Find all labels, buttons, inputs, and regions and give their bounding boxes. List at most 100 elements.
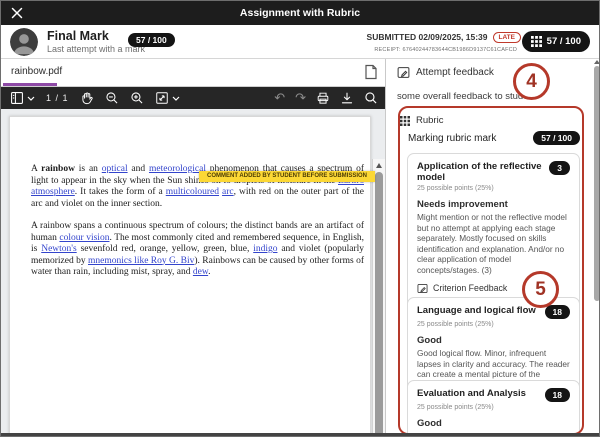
search-icon: [364, 91, 378, 105]
scroll-up-arrow[interactable]: [376, 163, 382, 168]
pdf-text: .: [208, 267, 210, 277]
grid-icon: [531, 36, 542, 47]
fit-page-icon: [155, 91, 169, 105]
pdf-link[interactable]: dew: [193, 267, 208, 277]
zoom-out-button[interactable]: [105, 91, 119, 105]
pdf-link[interactable]: mnemonics like Roy G. Biv: [88, 256, 194, 266]
criterion-points-pill: 18: [545, 305, 570, 319]
chevron-down-icon: [172, 96, 180, 101]
pdf-link[interactable]: Newton's: [41, 244, 77, 254]
page-indicator: 1 / 1: [46, 93, 69, 103]
callout-4-annotation: 4: [513, 63, 550, 100]
pdf-text: rainbow: [41, 164, 75, 174]
zoom-out-icon: [105, 91, 119, 105]
criterion-possible-points: 25 possible points (25%): [417, 185, 570, 192]
close-icon: [11, 7, 23, 19]
panel-scrollbar-thumb[interactable]: [594, 66, 600, 301]
rubric-total-pill: 57 / 100: [533, 131, 580, 145]
pdf-paragraph-2: A rainbow spans a continuous spectrum of…: [31, 221, 364, 279]
attempt-feedback-text: some overall feedback to student: [397, 91, 536, 102]
pdf-text: sevenfold red, orange, yellow, green, bl…: [77, 244, 254, 254]
criterion-header[interactable]: Evaluation and Analysis 18: [417, 388, 570, 402]
document-tab-bar: rainbow.pdf: [1, 59, 385, 87]
overall-grade-value: 57 / 100: [547, 36, 581, 47]
download-button[interactable]: [340, 91, 354, 105]
undo-icon[interactable]: ↶: [274, 92, 285, 105]
feedback-panel: Attempt feedback some overall feedback t…: [385, 59, 600, 437]
fit-page-button[interactable]: [155, 91, 180, 105]
pdf-link[interactable]: arc: [222, 187, 234, 197]
criterion-feedback-label: Criterion Feedback: [433, 283, 507, 293]
zoom-in-icon: [130, 91, 144, 105]
scroll-up-arrow[interactable]: [594, 60, 600, 64]
zoom-in-button[interactable]: [130, 91, 144, 105]
receipt-number: RECEIPT: 67640244783644CB1986D9137C61CAF…: [374, 47, 517, 53]
criterion-points-pill: 18: [545, 388, 570, 402]
pdf-toolbar: 1 / 1: [1, 87, 385, 109]
callout-5-annotation: 5: [522, 271, 559, 308]
pdf-link[interactable]: optical: [102, 164, 128, 174]
criterion-level: Good: [417, 418, 570, 429]
rubric-grid-icon: [400, 116, 410, 126]
pdf-scrollbar-thumb[interactable]: [375, 172, 383, 437]
criterion-level: Good: [417, 335, 570, 346]
pdf-link[interactable]: indigo: [253, 244, 277, 254]
criterion-level: Needs improvement: [417, 199, 570, 210]
document-tab[interactable]: rainbow.pdf: [11, 66, 62, 77]
pdf-text: and: [128, 164, 149, 174]
hand-icon: [80, 91, 94, 105]
student-comment-annotation[interactable]: COMMENT ADDED BY STUDENT BEFORE SUBMISSI…: [199, 171, 375, 182]
rubric-section-header: Rubric: [400, 115, 443, 126]
student-name: Final Mark: [47, 29, 109, 43]
rubric-label: Rubric: [416, 115, 443, 126]
rubric-criterion-card: Evaluation and Analysis 18 25 possible p…: [407, 380, 580, 437]
avatar: [10, 28, 38, 56]
feedback-icon: [397, 66, 410, 79]
criterion-title: Application of the reflective model: [417, 161, 545, 183]
attempt-header: Final Mark Last attempt with a mark 57 /…: [1, 25, 599, 59]
feedback-icon: [417, 283, 428, 294]
window-bottom-frame: [1, 433, 599, 436]
attempt-feedback-label: Attempt feedback: [416, 67, 494, 78]
late-badge: LATE: [493, 32, 522, 43]
pdf-scrollbar[interactable]: [372, 159, 385, 437]
rubric-total-row: Marking rubric mark 57 / 100: [408, 131, 580, 145]
criterion-header[interactable]: Application of the reflective model 3: [417, 161, 570, 183]
assignment-review-window: Assignment with Rubric Final Mark Last a…: [0, 0, 600, 437]
rubric-subtitle: Marking rubric mark: [408, 133, 496, 144]
pdf-link[interactable]: meteorological: [149, 164, 206, 174]
attempt-feedback-header: Attempt feedback: [397, 66, 494, 79]
document-panel: rainbow.pdf 1 / 1: [1, 59, 385, 437]
criterion-possible-points: 25 possible points (25%): [417, 404, 570, 411]
submitted-text: SUBMITTED 02/09/2025, 15:39: [367, 32, 488, 42]
active-tab-underline: [3, 83, 57, 86]
redo-icon[interactable]: ↷: [295, 92, 306, 105]
pdf-text: A: [31, 164, 41, 174]
print-icon: [316, 91, 330, 105]
attempt-grade-pill: 57 / 100: [128, 33, 175, 47]
pan-tool-button[interactable]: [80, 91, 94, 105]
search-button[interactable]: [364, 91, 378, 105]
criterion-description: Might mention or not the reflective mode…: [417, 212, 570, 276]
print-button[interactable]: [316, 91, 330, 105]
window-title: Assignment with Rubric: [1, 7, 599, 19]
pdf-link[interactable]: multicoloured: [166, 187, 219, 197]
chevron-down-icon: [27, 96, 35, 101]
pdf-link[interactable]: colour vision: [59, 233, 109, 243]
top-bar: Assignment with Rubric: [1, 1, 599, 25]
overall-grade-button[interactable]: 57 / 100: [522, 31, 590, 52]
criterion-points-pill: 3: [549, 161, 570, 175]
thumbnails-icon: [10, 91, 24, 105]
pdf-viewer: A rainbow is an optical and meteorologic…: [1, 109, 385, 437]
page-view-button[interactable]: [10, 91, 35, 105]
download-icon: [340, 91, 354, 105]
document-icon[interactable]: [364, 64, 378, 80]
criterion-header[interactable]: Language and logical flow 18: [417, 305, 570, 319]
pdf-text: is an: [75, 164, 102, 174]
pdf-page: A rainbow is an optical and meteorologic…: [9, 116, 371, 437]
close-button[interactable]: [10, 6, 24, 20]
criterion-title: Evaluation and Analysis: [417, 388, 545, 399]
submitted-timestamp: SUBMITTED 02/09/2025, 15:39 LATE: [367, 32, 521, 43]
criterion-possible-points: 25 possible points (25%): [417, 321, 570, 328]
criterion-title: Language and logical flow: [417, 305, 545, 316]
